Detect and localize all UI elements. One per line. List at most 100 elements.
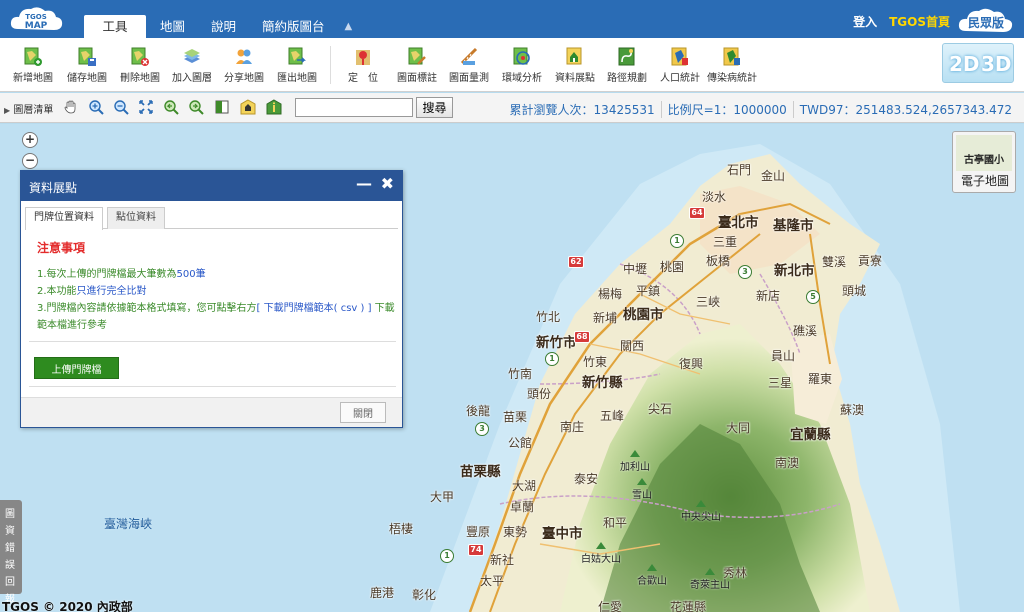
search-input[interactable] [295,98,413,117]
top-right-links: 登入 TGOS首頁 [853,13,950,30]
tab-address-data[interactable]: 門牌位置資料 [25,207,103,230]
dialog-header[interactable]: 資料展點 — ✖ [21,171,402,201]
place-label: 苗栗縣 [460,464,501,480]
place-label: 大甲 [430,490,455,504]
place-label: 復興 [679,357,704,371]
basemap-switcher[interactable]: 古亭國小 電子地圖 [952,131,1016,193]
route-planning-button[interactable]: 路徑規劃 [599,47,655,84]
next-view-icon[interactable] [188,99,204,115]
place-label: 和平 [603,516,628,530]
close-icon[interactable]: ✖ [381,175,394,193]
map-zoom-in-button[interactable]: + [22,132,38,148]
previous-view-icon[interactable] [163,99,179,115]
data-points-label: 資料展點 [555,73,595,84]
notice-line-3: 3.門牌檔內容請依據範本格式填寫，您可點擊右方[ 下載門牌檔範本( csv ) … [37,300,396,334]
search-button[interactable]: 搜尋 [416,97,453,118]
highway-shield: 68 [574,331,590,343]
toolbar: 新增地圖 儲存地圖 刪除地圖 加入圖層 分享地圖 匯出地圖 定 位 圖面標註 圖… [0,38,1024,92]
annotate-button[interactable]: 圖面標註 [389,47,445,84]
place-label: 苗栗 [503,410,528,424]
view-2d-3d-toggle[interactable]: 2D 3D [942,43,1014,83]
public-version-button[interactable]: 民眾版 [956,4,1016,34]
place-label: 平鎮 [636,284,661,298]
tab-map[interactable]: 地圖 [148,15,197,38]
place-label: 桃園市 [623,307,664,323]
zoom-in-icon[interactable] [88,99,104,115]
collapse-arrow-icon[interactable]: ▲ [345,15,353,38]
place-label: 竹南 [508,367,533,381]
population-stats-button[interactable]: 人口統計 [652,47,708,84]
mountain-peak: 中央尖山 [681,500,721,523]
tab-tools[interactable]: 工具 [84,15,146,38]
info-icon[interactable] [266,99,282,115]
place-label: 雙溪 [822,255,847,269]
place-label: 三重 [713,235,738,249]
data-points-icon [566,47,582,65]
home-view-icon[interactable] [240,99,256,115]
highway-shield: 62 [568,256,584,268]
place-label: 石門 [727,163,752,177]
highway-shield: 5 [806,290,820,304]
place-label: 金山 [761,169,786,183]
highway-shield: 74 [468,544,484,556]
data-points-dialog: 資料展點 — ✖ 門牌位置資料 點位資料 注意事項 1.每次上傳的門牌檔最大筆數… [20,170,403,428]
place-label: 頭城 [842,284,867,298]
place-label: 東勢 [503,525,528,539]
peak-label: 白姑大山 [581,554,621,565]
map-zoom-out-button[interactable]: − [22,153,38,169]
new-map-icon [24,47,42,66]
place-label: 臺北市 [718,215,759,231]
basemap-thumbnail-label: 古亭國小 [964,155,1004,166]
place-label: 仁愛 [598,600,623,612]
place-label: 楊梅 [598,287,623,301]
place-label: 竹北 [536,310,561,324]
epidemic-stats-button[interactable]: 傳染病統計 [704,47,760,84]
login-link[interactable]: 登入 [853,13,877,30]
tab-simple-map[interactable]: 簡約版圖台 [250,15,337,38]
close-button[interactable]: 關閉 [340,402,386,423]
place-label: 新北市 [774,263,815,279]
tgos-map-logo[interactable]: TGOS MAP [8,3,64,35]
place-label: 新社 [490,553,515,567]
epidemic-stats-icon [723,47,740,66]
tab-help[interactable]: 說明 [199,15,248,38]
pan-hand-icon[interactable] [63,99,79,115]
add-layer-icon [184,49,200,63]
full-extent-icon[interactable] [138,99,154,115]
delete-map-button[interactable]: 刪除地圖 [112,47,168,84]
zoom-out-icon[interactable] [113,99,129,115]
place-label: 中壢 [623,262,648,276]
logo-text-map: MAP [25,21,48,31]
sub-toolbar: ▶ 圖層清單 搜尋 累計瀏覽人次：13425531 比例尺=1：1000000 … [0,93,1024,123]
upload-address-file-button[interactable]: 上傳門牌檔 [34,357,119,379]
locate-button[interactable]: 定 位 [335,47,391,84]
buffer-analysis-button[interactable]: 環域分析 [494,47,550,84]
save-map-label: 儲存地圖 [67,73,107,84]
swipe-compare-icon[interactable] [214,99,230,115]
place-label: 新埔 [593,311,618,325]
basemap-thumbnail: 古亭國小 [956,135,1012,171]
tab-point-data[interactable]: 點位資料 [107,207,165,229]
mountain-peak: 白姑大山 [581,542,621,565]
save-map-button[interactable]: 儲存地圖 [59,47,115,84]
notice-title: 注意事項 [37,241,86,255]
error-report-button[interactable]: 圖資錯誤回報 [0,500,22,605]
locate-icon [356,50,370,65]
place-label: 尖石 [648,402,673,416]
download-template-link[interactable]: [ 下載門牌檔範本( csv ) ] [257,303,372,314]
layer-list-toggle[interactable]: ▶ 圖層清單 [4,101,53,116]
data-points-button[interactable]: 資料展點 [547,47,603,84]
place-label: 員山 [771,349,796,363]
new-map-button[interactable]: 新增地圖 [5,47,61,84]
measure-button[interactable]: 圖面量測 [441,47,497,84]
export-map-button[interactable]: 匯出地圖 [269,47,325,84]
place-label: 五峰 [600,409,625,423]
dialog-body: 注意事項 1.每次上傳的門牌檔最大筆數為500筆 2.本功能只進行完全比對 3.… [29,235,396,394]
add-layer-button[interactable]: 加入圖層 [164,47,220,84]
share-map-button[interactable]: 分享地圖 [216,47,272,84]
tgos-home-link[interactable]: TGOS首頁 [889,13,950,30]
mountain-peak: 加利山 [620,450,650,473]
place-label: 板橋 [706,254,731,268]
minimize-icon[interactable]: — [356,176,372,192]
place-label: 三峽 [696,295,721,309]
